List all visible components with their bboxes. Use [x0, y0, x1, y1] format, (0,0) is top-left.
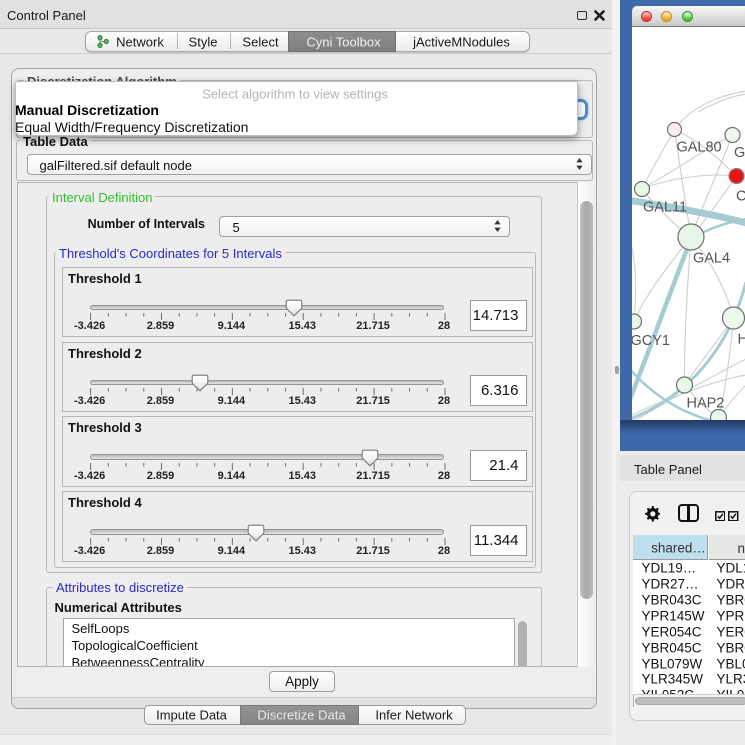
svg-text:HAP2: HAP2 — [686, 395, 724, 411]
svg-text:GAL4: GAL4 — [692, 250, 729, 266]
svg-text:GAL11: GAL11 — [643, 199, 687, 215]
svg-text:GCY1: GCY1 — [632, 333, 670, 349]
svg-text:C: C — [735, 188, 745, 204]
svg-text:GA: GA — [733, 145, 745, 161]
svg-text:H: H — [737, 331, 745, 347]
svg-text:GAL80: GAL80 — [676, 139, 721, 155]
